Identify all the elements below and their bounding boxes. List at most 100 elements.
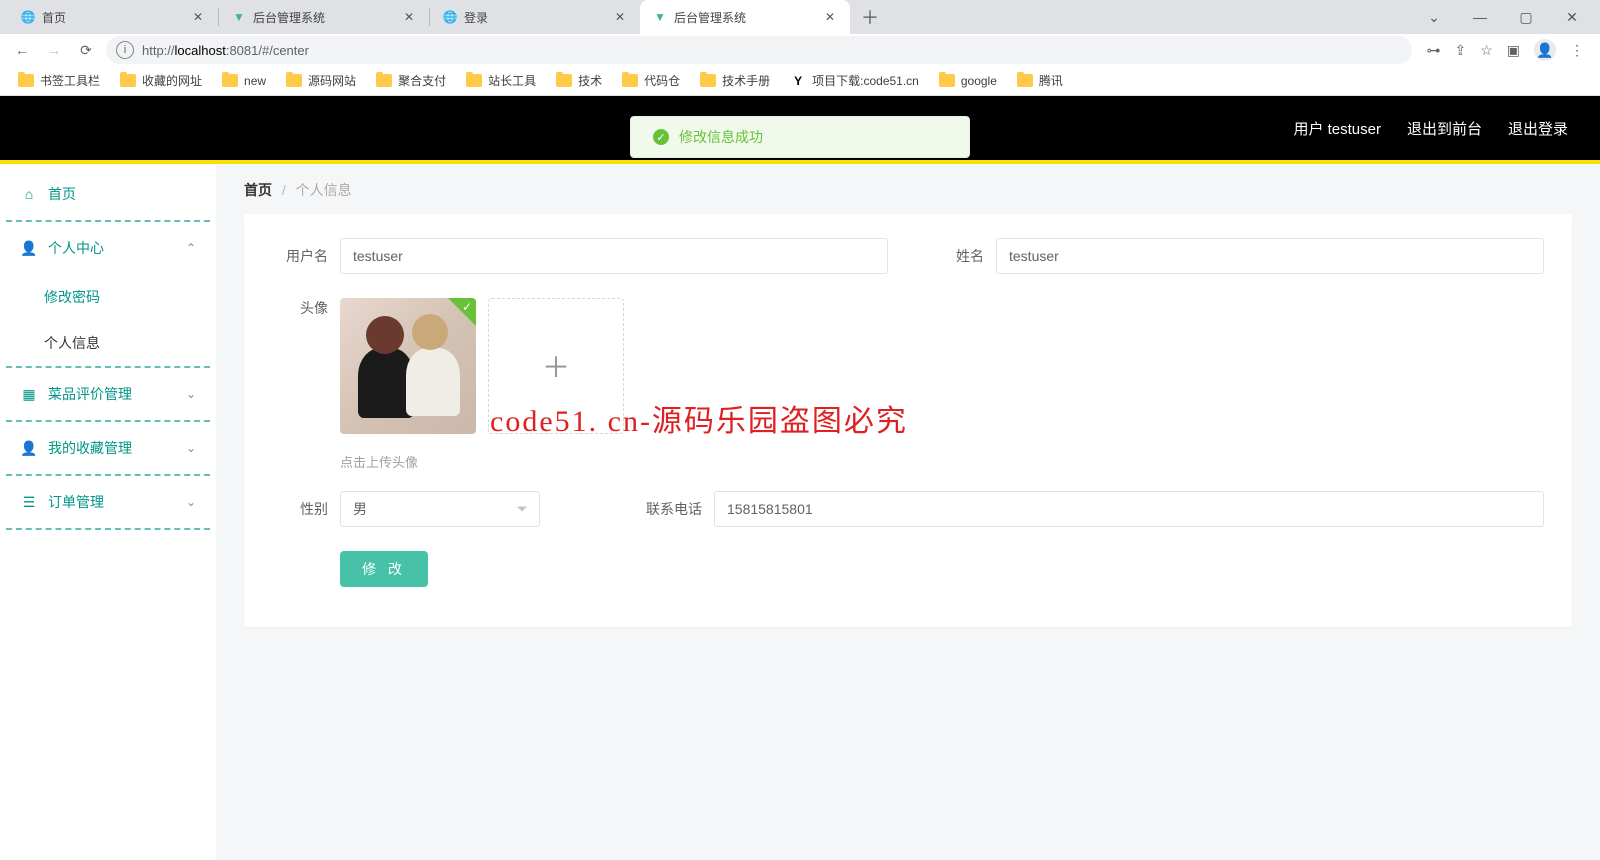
bookmark-label: 项目下载:code51.cn [812, 72, 919, 89]
app-root: ✓ 修改信息成功 用户 testuser 退出到前台 退出登录 ⌂ 首页 👤 个… [0, 96, 1600, 860]
username-input[interactable] [340, 238, 888, 274]
breadcrumb-home[interactable]: 首页 [244, 182, 272, 198]
bookmark-item[interactable]: 腾讯 [1009, 69, 1071, 92]
sidebar-item-profile-center[interactable]: 👤 个人中心 ⌃ [0, 222, 216, 274]
bookmark-item[interactable]: new [214, 71, 274, 91]
browser-tab-4[interactable]: ▼ 后台管理系统 ✕ [640, 0, 850, 34]
header-username[interactable]: 用户 testuser [1293, 118, 1381, 139]
folder-icon [622, 74, 638, 87]
sidebar-subitem-profile-info[interactable]: 个人信息 [0, 320, 216, 366]
profile-form-card: 用户名 姓名 头像 ✓ [244, 214, 1572, 627]
plus-icon: ＋ [542, 346, 570, 386]
bookmark-item[interactable]: 聚合支付 [368, 69, 454, 92]
browser-tab-2[interactable]: ▼ 后台管理系统 ✕ [219, 0, 429, 34]
bookmark-label: 源码网站 [308, 72, 356, 89]
folder-icon [556, 74, 572, 87]
browser-chrome: 🌐 首页 ✕ ▼ 后台管理系统 ✕ 🌐 登录 ✕ ▼ 后台管理系统 ✕ ＋ ⌄ … [0, 0, 1600, 96]
sidebar-item-favorites[interactable]: 👤 我的收藏管理 ⌄ [0, 422, 216, 474]
logout-link[interactable]: 退出登录 [1508, 118, 1568, 139]
gender-select[interactable]: 男 [340, 491, 540, 527]
user-icon: 👤 [20, 240, 38, 257]
close-icon[interactable]: ✕ [401, 9, 417, 25]
address-bar[interactable]: i http://localhost:8081/#/center [106, 36, 1412, 64]
chevron-down-icon: ⌄ [186, 441, 196, 455]
profile-avatar-icon[interactable]: 👤 [1534, 39, 1556, 61]
bookmark-item[interactable]: 站长工具 [458, 69, 544, 92]
key-icon[interactable]: ⊶ [1426, 42, 1440, 59]
name-input[interactable] [996, 238, 1544, 274]
globe-icon: 🌐 [20, 9, 36, 25]
form-item-phone: 联系电话 [632, 491, 1544, 527]
site-icon: Y [790, 73, 806, 89]
bookmark-item[interactable]: 书签工具栏 [10, 69, 108, 92]
check-icon: ✓ [462, 300, 472, 314]
bookmark-label: 站长工具 [488, 72, 536, 89]
more-menu-icon[interactable]: ⋮ [1570, 42, 1584, 59]
vue-icon: ▼ [652, 9, 668, 25]
sidebar-subitem-label: 个人信息 [44, 333, 100, 353]
close-icon[interactable]: ✕ [612, 9, 628, 25]
maximize-icon[interactable]: ▢ [1512, 3, 1540, 31]
folder-icon [18, 74, 34, 87]
bookmark-icon[interactable]: ☆ [1480, 42, 1493, 59]
check-icon: ✓ [653, 129, 669, 145]
bookmark-item[interactable]: 源码网站 [278, 69, 364, 92]
bookmark-label: 聚合支付 [398, 72, 446, 89]
bookmark-item[interactable]: 技术 [548, 69, 610, 92]
phone-input[interactable] [714, 491, 1544, 527]
header-user-area: 用户 testuser 退出到前台 退出登录 [1293, 118, 1568, 139]
browser-tab-3[interactable]: 🌐 登录 ✕ [430, 0, 640, 34]
bookmark-label: 收藏的网址 [142, 72, 202, 89]
chevron-down-icon[interactable]: ⌄ [1420, 3, 1448, 31]
bookmark-item[interactable]: Y 项目下载:code51.cn [782, 69, 927, 92]
close-icon[interactable]: ✕ [822, 9, 838, 25]
vue-icon: ▼ [231, 9, 247, 25]
chevron-up-icon: ⌃ [186, 241, 196, 255]
sidebar-item-label: 个人中心 [48, 238, 104, 258]
breadcrumb-current: 个人信息 [296, 182, 352, 198]
bookmark-item[interactable]: google [931, 71, 1005, 91]
sidebar-item-reviews[interactable]: ▦ 菜品评价管理 ⌄ [0, 368, 216, 420]
bookmark-item[interactable]: 代码仓 [614, 69, 688, 92]
breadcrumb-separator: / [282, 182, 286, 198]
close-icon[interactable]: ✕ [190, 9, 206, 25]
submit-button[interactable]: 修 改 [340, 551, 428, 587]
url-host: localhost [175, 43, 226, 58]
sidebar-item-label: 我的收藏管理 [48, 438, 132, 458]
app-body: ⌂ 首页 👤 个人中心 ⌃ 修改密码 个人信息 ▦ 菜品评价管理 ⌄ [0, 164, 1600, 860]
site-info-icon[interactable]: i [116, 41, 134, 59]
folder-icon [700, 74, 716, 87]
tab-title: 后台管理系统 [253, 9, 325, 26]
back-button[interactable]: ← [10, 38, 34, 62]
phone-label: 联系电话 [632, 499, 702, 519]
tab-title: 登录 [464, 9, 488, 26]
bookmark-item[interactable]: 收藏的网址 [112, 69, 210, 92]
bookmark-label: new [244, 74, 266, 88]
sidebar-item-orders[interactable]: ☰ 订单管理 ⌄ [0, 476, 216, 528]
share-icon[interactable]: ⇪ [1454, 42, 1466, 59]
sidebar-subitem-change-password[interactable]: 修改密码 [0, 274, 216, 320]
close-window-icon[interactable]: ✕ [1558, 3, 1586, 31]
browser-toolbar: ← → ⟳ i http://localhost:8081/#/center ⊶… [0, 34, 1600, 66]
avatar-thumbnail[interactable]: ✓ [340, 298, 476, 434]
tab-strip: 🌐 首页 ✕ ▼ 后台管理系统 ✕ 🌐 登录 ✕ ▼ 后台管理系统 ✕ ＋ ⌄ … [0, 0, 1600, 34]
new-tab-button[interactable]: ＋ [856, 3, 884, 31]
minimize-icon[interactable]: ― [1466, 3, 1494, 31]
form-item-gender: 性别 男 [272, 491, 592, 527]
folder-icon [376, 74, 392, 87]
forward-button[interactable]: → [42, 38, 66, 62]
menu-separator [6, 528, 210, 530]
sidebar-item-label: 菜品评价管理 [48, 384, 132, 404]
reload-button[interactable]: ⟳ [74, 38, 98, 62]
app-header: ✓ 修改信息成功 用户 testuser 退出到前台 退出登录 [0, 96, 1600, 164]
side-panel-icon[interactable]: ▣ [1507, 42, 1520, 59]
avatar-upload-button[interactable]: ＋ [488, 298, 624, 434]
sidebar-home[interactable]: ⌂ 首页 [0, 168, 216, 220]
bookmark-item[interactable]: 技术手册 [692, 69, 778, 92]
exit-to-front-link[interactable]: 退出到前台 [1407, 118, 1482, 139]
form-item-name: 姓名 [928, 238, 1544, 274]
browser-tab-1[interactable]: 🌐 首页 ✕ [8, 0, 218, 34]
toolbar-actions: ⊶ ⇪ ☆ ▣ 👤 ⋮ [1420, 39, 1590, 61]
tab-title: 后台管理系统 [674, 9, 746, 26]
bookmark-label: 代码仓 [644, 72, 680, 89]
